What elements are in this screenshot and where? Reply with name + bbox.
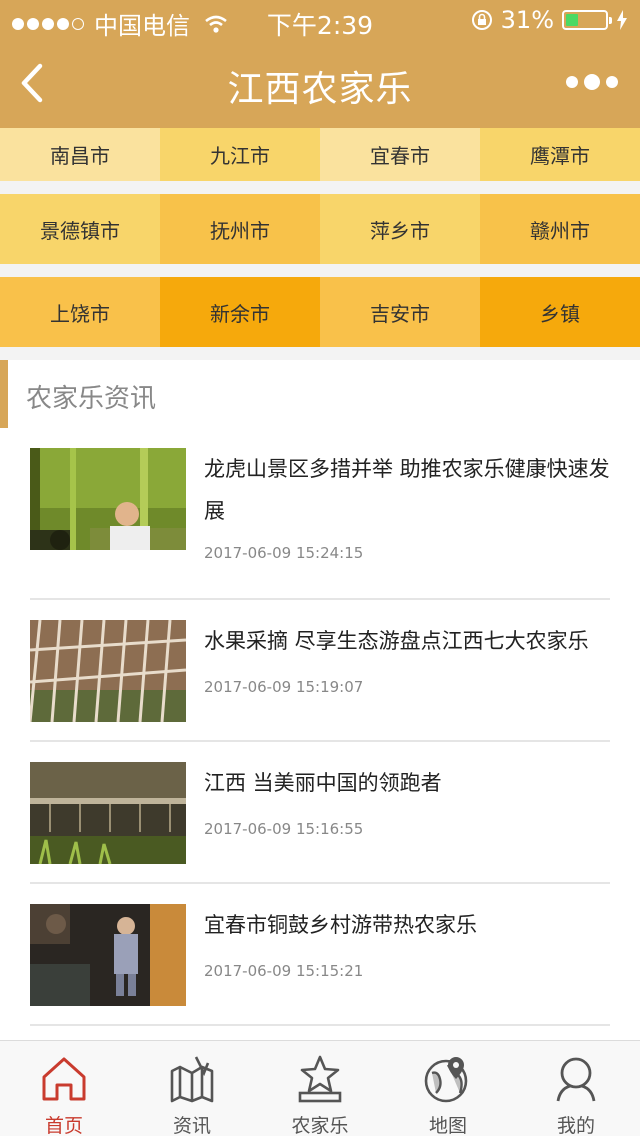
status-right: 31% [471,6,628,34]
news-thumbnail [30,620,186,722]
city-button[interactable]: 赣州市 [480,194,640,264]
page-title: 江西农家乐 [227,69,413,110]
city-button[interactable]: 新余市 [160,277,320,347]
news-header: 农家乐资讯 [0,360,640,430]
news-time: 2017-06-09 15:24:15 [204,544,364,562]
tab-label: 首页 [44,1115,83,1136]
more-button[interactable] [566,74,618,90]
tab-label: 农家乐 [291,1115,349,1136]
city-row: 景德镇市 抚州市 萍乡市 赣州市 [0,194,640,264]
app-screen: 中国电信 下午2:39 31% 江西农家乐 南昌市 九江市 宜春市 鹰潭市 景德… [0,0,640,1136]
city-button[interactable]: 上饶市 [0,277,160,347]
nav-bar: 江西农家乐 [0,40,640,128]
city-button[interactable]: 乡镇 [480,277,640,347]
news-item[interactable]: 水果采摘 尽享生态游盘点江西七大农家乐 2017-06-09 15:19:07 [30,620,610,742]
tab-bar: 首页 资讯 农家乐 地图 我的 [0,1040,640,1136]
news-heading: 农家乐资讯 [26,384,157,414]
user-icon [556,1057,596,1102]
city-row: 上饶市 新余市 吉安市 乡镇 [0,277,640,347]
news-title: 龙虎山景区多措并举 助推农家乐健康快速发展 [204,457,610,523]
tab-map[interactable]: 地图 [384,1041,512,1136]
city-row: 南昌市 九江市 宜春市 鹰潭市 [0,128,640,181]
news-time: 2017-06-09 15:15:21 [204,962,364,980]
battery-level [566,14,578,26]
section-accent-bar [0,360,8,428]
city-button[interactable]: 鹰潭市 [480,128,640,181]
news-item[interactable]: 江西 当美丽中国的领跑者 2017-06-09 15:16:55 [30,762,610,884]
city-button[interactable]: 南昌市 [0,128,160,181]
news-thumbnail [30,448,186,550]
news-time: 2017-06-09 15:16:55 [204,820,364,838]
tab-profile[interactable]: 我的 [512,1041,640,1136]
news-title: 宜春市铜鼓乡村游带热农家乐 [204,913,477,937]
news-title: 水果采摘 尽享生态游盘点江西七大农家乐 [204,629,589,653]
tab-label: 我的 [556,1115,595,1136]
globe-pin-icon [424,1057,468,1103]
tab-label: 资讯 [172,1115,211,1136]
city-button[interactable]: 景德镇市 [0,194,160,264]
charging-icon [617,10,627,30]
tab-label: 地图 [428,1115,467,1136]
star-icon [298,1055,342,1103]
news-thumbnail [30,762,186,864]
status-bar: 中国电信 下午2:39 31% [0,0,640,40]
city-button[interactable]: 吉安市 [320,277,480,347]
news-time: 2017-06-09 15:19:07 [204,678,364,696]
tab-home[interactable]: 首页 [0,1041,128,1136]
city-button[interactable]: 抚州市 [160,194,320,264]
news-section: 农家乐资讯 龙虎山景区多措并举 助推农家乐健康快速发展 2017-06-09 1… [0,360,640,1040]
news-icon [170,1056,214,1103]
tab-farmstay[interactable]: 农家乐 [256,1041,384,1136]
news-item[interactable]: 宜春市铜鼓乡村游带热农家乐 2017-06-09 15:15:21 [30,904,610,1026]
city-button[interactable]: 九江市 [160,128,320,181]
battery-icon [562,10,612,30]
tab-news[interactable]: 资讯 [128,1041,256,1136]
battery-percent: 31% [500,6,554,34]
news-thumbnail [30,904,186,1006]
news-item[interactable]: 龙虎山景区多措并举 助推农家乐健康快速发展 2017-06-09 15:24:1… [30,448,610,600]
city-button[interactable]: 宜春市 [320,128,480,181]
home-icon [42,1057,86,1101]
rotation-lock-icon [471,10,492,30]
city-button[interactable]: 萍乡市 [320,194,480,264]
news-title: 江西 当美丽中国的领跑者 [204,771,442,795]
